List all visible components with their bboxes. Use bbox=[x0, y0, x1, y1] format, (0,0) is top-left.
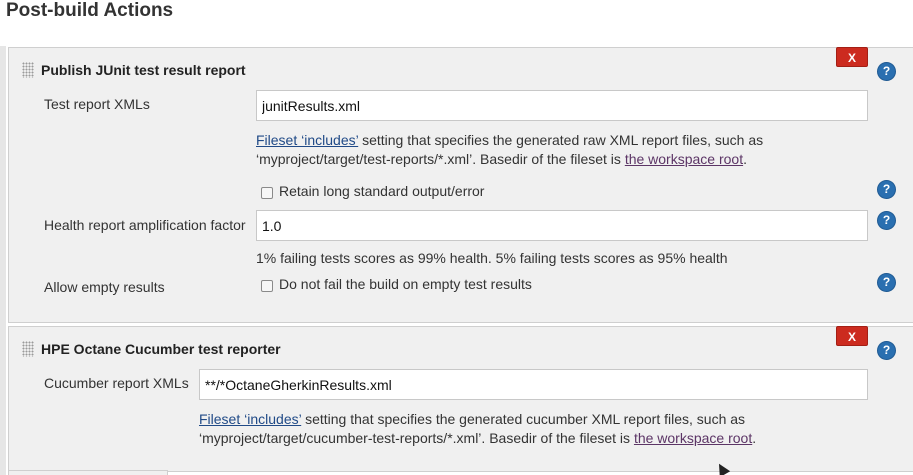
cucumber-report-input[interactable] bbox=[199, 369, 868, 400]
health-factor-input[interactable] bbox=[256, 210, 868, 241]
allow-empty-checkbox[interactable] bbox=[261, 280, 273, 292]
junit-help-icon[interactable]: ? bbox=[878, 63, 895, 80]
cucumber-report-label: Cucumber report XMLs bbox=[44, 375, 189, 391]
allow-empty-help-icon[interactable]: ? bbox=[878, 274, 895, 291]
drag-handle-icon[interactable] bbox=[22, 62, 34, 78]
junit-panel-title: Publish JUnit test result report bbox=[41, 62, 246, 78]
fileset-includes-link[interactable]: Fileset ‘includes’ bbox=[199, 411, 301, 427]
health-factor-label: Health report amplification factor bbox=[44, 217, 246, 233]
health-factor-description: 1% failing tests scores as 99% health. 5… bbox=[256, 250, 728, 266]
retain-help-icon[interactable]: ? bbox=[878, 181, 895, 198]
workspace-root-link[interactable]: the workspace root bbox=[625, 151, 743, 167]
test-report-xmls-input[interactable] bbox=[256, 90, 868, 121]
retain-output-label: Retain long standard output/error bbox=[279, 183, 485, 199]
desc-text-3: . bbox=[752, 430, 757, 446]
desc-text-2: ‘myproject/target/cucumber-test-reports/… bbox=[199, 430, 634, 446]
octane-help-icon[interactable]: ? bbox=[878, 342, 895, 359]
delete-junit-button[interactable]: X bbox=[836, 47, 868, 67]
retain-output-checkbox[interactable] bbox=[261, 187, 273, 199]
test-report-description: Fileset ‘includes’ setting that specifie… bbox=[256, 131, 763, 169]
fileset-includes-link[interactable]: Fileset ‘includes’ bbox=[256, 132, 358, 148]
left-stripe bbox=[0, 46, 6, 475]
drag-handle-icon[interactable] bbox=[22, 341, 34, 357]
octane-panel-title: HPE Octane Cucumber test reporter bbox=[41, 341, 281, 357]
allow-empty-label: Allow empty results bbox=[44, 279, 165, 295]
test-report-xmls-label: Test report XMLs bbox=[44, 96, 150, 112]
desc-text-1: setting that specifies the generated cuc… bbox=[301, 411, 746, 427]
section-title: Post-build Actions bbox=[6, 0, 174, 21]
octane-panel: HPE Octane Cucumber test reporter X ? Cu… bbox=[8, 326, 913, 472]
delete-octane-button[interactable]: X bbox=[836, 326, 868, 346]
desc-text-1: setting that specifies the generated raw… bbox=[358, 132, 764, 148]
junit-panel: Publish JUnit test result report X ? Tes… bbox=[8, 47, 913, 323]
next-panel-edge bbox=[8, 470, 168, 475]
workspace-root-link[interactable]: the workspace root bbox=[634, 430, 752, 446]
allow-empty-checkbox-label: Do not fail the build on empty test resu… bbox=[279, 276, 532, 292]
cucumber-report-description: Fileset ‘includes’ setting that specifie… bbox=[199, 410, 756, 448]
health-help-icon[interactable]: ? bbox=[878, 212, 895, 229]
desc-text-3: . bbox=[743, 151, 747, 167]
desc-text-2: ‘myproject/target/test-reports/*.xml’. B… bbox=[256, 151, 625, 167]
